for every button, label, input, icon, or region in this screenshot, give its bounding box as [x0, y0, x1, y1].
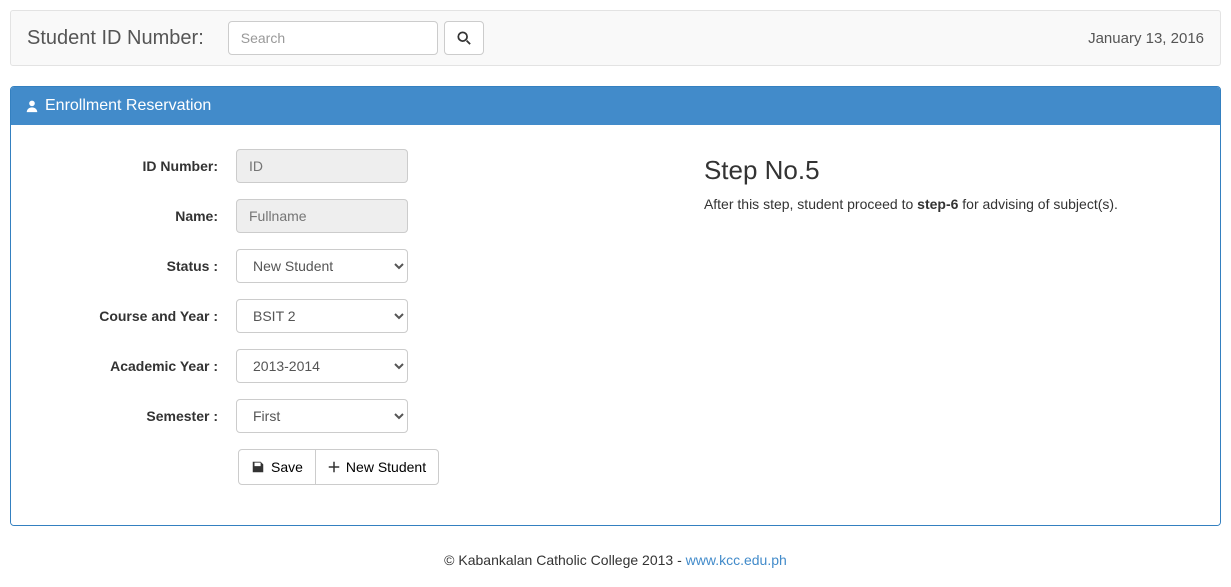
save-icon [251, 460, 265, 474]
form-column: ID Number: Name: Status : New Student Co… [31, 149, 674, 485]
row-semester: Semester : First [31, 399, 674, 433]
search-input[interactable] [228, 21, 438, 55]
name-field [236, 199, 408, 233]
date-text: January 13, 2016 [1088, 30, 1204, 47]
id-field [236, 149, 408, 183]
new-student-label: New Student [346, 459, 426, 475]
topbar: Student ID Number: January 13, 2016 [10, 10, 1221, 66]
panel-header: Enrollment Reservation [11, 87, 1220, 125]
step-text-bold: step-6 [917, 196, 958, 212]
acad-year-select[interactable]: 2013-2014 [236, 349, 408, 383]
label-semester: Semester : [31, 408, 236, 424]
step-heading: Step No.5 [704, 155, 1200, 186]
row-name: Name: [31, 199, 674, 233]
footer: © Kabankalan Catholic College 2013 - www… [0, 536, 1231, 574]
label-course-year: Course and Year : [31, 308, 236, 324]
label-status: Status : [31, 258, 236, 274]
status-select[interactable]: New Student [236, 249, 408, 283]
user-icon [25, 99, 39, 113]
step-text: After this step, student proceed to step… [704, 196, 1200, 212]
label-name: Name: [31, 208, 236, 224]
course-year-select[interactable]: BSIT 2 [236, 299, 408, 333]
panel-body: ID Number: Name: Status : New Student Co… [11, 125, 1220, 525]
footer-link[interactable]: www.kcc.edu.ph [686, 552, 787, 568]
semester-select[interactable]: First [236, 399, 408, 433]
label-acad-year: Academic Year : [31, 358, 236, 374]
button-row: Save New Student [238, 449, 674, 485]
info-column: Step No.5 After this step, student proce… [674, 149, 1200, 212]
row-status: Status : New Student [31, 249, 674, 283]
step-text-prefix: After this step, student proceed to [704, 196, 917, 212]
enrollment-panel: Enrollment Reservation ID Number: Name: … [10, 86, 1221, 526]
row-id: ID Number: [31, 149, 674, 183]
search-icon [457, 31, 471, 45]
row-acad-year: Academic Year : 2013-2014 [31, 349, 674, 383]
save-button[interactable]: Save [238, 449, 316, 485]
plus-icon [328, 461, 340, 473]
row-course-year: Course and Year : BSIT 2 [31, 299, 674, 333]
label-id: ID Number: [31, 158, 236, 174]
save-label: Save [271, 459, 303, 475]
footer-text: © Kabankalan Catholic College 2013 - [444, 552, 685, 568]
panel-title: Enrollment Reservation [45, 97, 211, 115]
search-button[interactable] [444, 21, 484, 55]
student-id-label: Student ID Number: [27, 27, 204, 50]
new-student-button[interactable]: New Student [315, 449, 439, 485]
step-text-suffix: for advising of subject(s). [958, 196, 1118, 212]
